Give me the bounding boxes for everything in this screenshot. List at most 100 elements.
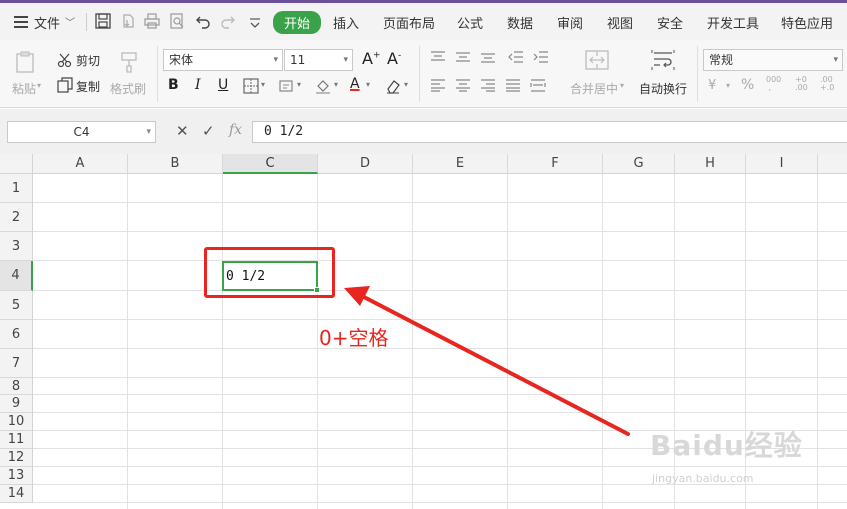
formula-input[interactable]: 0 1/2 — [252, 121, 847, 143]
divider — [697, 46, 698, 102]
percent-icon[interactable]: % — [741, 77, 754, 93]
row-header-12[interactable]: 12 — [0, 449, 33, 467]
row-header-9[interactable]: 9 — [0, 395, 33, 413]
cut-button[interactable]: 剪切 — [76, 52, 100, 69]
insert-function-button[interactable]: fx — [229, 122, 242, 138]
fill-color-icon[interactable] — [314, 77, 332, 95]
tab-developer[interactable]: 开发工具 — [707, 13, 759, 32]
column-header-i[interactable]: I — [746, 154, 818, 174]
customize-toolbar-icon[interactable] — [246, 15, 266, 35]
chevron-down-icon[interactable]: ▾ — [726, 81, 730, 90]
justify-icon[interactable] — [505, 78, 521, 92]
row-header-1[interactable]: 1 — [0, 174, 33, 203]
number-format-select[interactable]: 常规 ▾ — [703, 49, 843, 71]
watermark-logo: Baidu经验 — [650, 424, 803, 464]
thousands-icon[interactable]: 000 , — [766, 76, 781, 92]
underline-button[interactable]: U — [218, 77, 228, 93]
row-header-4[interactable]: 4 — [0, 261, 33, 291]
column-header-f[interactable]: F — [508, 154, 603, 174]
column-header-a[interactable]: A — [33, 154, 128, 174]
print-preview-icon[interactable] — [168, 12, 188, 32]
chevron-down-icon[interactable]: ▾ — [404, 80, 408, 89]
copy-button[interactable]: 复制 — [76, 78, 100, 95]
font-name-select[interactable]: 宋体 ▾ — [163, 49, 283, 71]
row-header-14[interactable]: 14 — [0, 485, 33, 503]
chevron-down-icon[interactable]: ▾ — [37, 81, 41, 90]
row-header-6[interactable]: 6 — [0, 320, 33, 349]
export-pdf-icon[interactable] — [119, 12, 139, 32]
chevron-down-icon[interactable]: ▾ — [146, 122, 151, 142]
increase-font-icon[interactable]: A+ — [362, 49, 381, 68]
align-bottom-icon[interactable] — [480, 50, 496, 64]
currency-icon[interactable]: ¥ — [708, 78, 716, 93]
print-icon[interactable] — [143, 12, 163, 32]
cancel-icon[interactable]: ✕ — [176, 122, 189, 140]
save-icon[interactable] — [94, 12, 114, 32]
row-header-10[interactable]: 10 — [0, 413, 33, 431]
paste-button[interactable]: 粘贴 — [12, 80, 36, 97]
borders-icon[interactable] — [243, 78, 259, 94]
decrease-font-icon[interactable]: A- — [387, 49, 401, 68]
chevron-down-icon[interactable]: ▾ — [366, 80, 370, 89]
menu-icon[interactable] — [14, 16, 28, 28]
align-left-icon[interactable] — [430, 78, 446, 92]
gridline — [317, 174, 318, 509]
wrap-text-button[interactable]: 自动换行 — [639, 80, 687, 97]
tab-page-layout[interactable]: 页面布局 — [383, 13, 435, 32]
column-header-e[interactable]: E — [413, 154, 508, 174]
decrease-indent-icon[interactable] — [508, 50, 524, 64]
row-header-13[interactable]: 13 — [0, 467, 33, 485]
chevron-down-icon[interactable]: ▾ — [261, 80, 265, 89]
tab-special-apps[interactable]: 特色应用 — [781, 13, 833, 32]
column-header-c[interactable]: C — [223, 154, 318, 174]
select-all-corner[interactable] — [0, 154, 33, 174]
align-right-icon[interactable] — [480, 78, 496, 92]
merge-center-button[interactable]: 合并居中 — [570, 80, 618, 97]
cell-reference: C4 — [73, 125, 90, 139]
distributed-align-icon[interactable] — [530, 78, 546, 92]
increase-decimal-icon[interactable]: +0.00 — [795, 76, 808, 92]
column-header-h[interactable]: H — [675, 154, 746, 174]
chevron-down-icon[interactable]: ▾ — [297, 80, 301, 89]
tab-view[interactable]: 视图 — [607, 13, 633, 32]
align-top-icon[interactable] — [430, 50, 446, 64]
tab-data[interactable]: 数据 — [507, 13, 533, 32]
confirm-icon[interactable]: ✓ — [202, 122, 215, 140]
chevron-down-icon[interactable]: ▾ — [334, 80, 338, 89]
cell-style-icon[interactable] — [279, 78, 295, 94]
file-menu[interactable]: 文件 — [34, 13, 60, 32]
tab-home[interactable]: 开始 — [273, 11, 322, 34]
align-middle-icon[interactable] — [455, 50, 471, 64]
format-painter-button[interactable]: 格式刷 — [110, 80, 146, 97]
gridline — [817, 174, 818, 509]
row-header-3[interactable]: 3 — [0, 232, 33, 261]
arrow-icon — [344, 286, 630, 436]
font-size-select[interactable]: 11 ▾ — [284, 49, 353, 71]
name-box[interactable]: C4 ▾ — [7, 121, 156, 143]
increase-indent-icon[interactable] — [533, 50, 549, 64]
align-center-icon[interactable] — [455, 78, 471, 92]
divider — [419, 46, 420, 102]
decrease-decimal-icon[interactable]: .00 +.0 — [820, 76, 834, 92]
font-color-icon[interactable]: A — [350, 76, 360, 92]
row-header-5[interactable]: 5 — [0, 291, 33, 320]
column-header-b[interactable]: B — [128, 154, 223, 174]
bold-button[interactable]: B — [168, 77, 179, 93]
clear-format-icon[interactable] — [384, 77, 402, 95]
row-header-7[interactable]: 7 — [0, 349, 33, 378]
tab-insert[interactable]: 插入 — [333, 13, 359, 32]
tab-formulas[interactable]: 公式 — [457, 13, 483, 32]
row-header-11[interactable]: 11 — [0, 431, 33, 449]
row-header-8[interactable]: 8 — [0, 378, 33, 395]
tab-review[interactable]: 审阅 — [557, 13, 583, 32]
chevron-down-icon[interactable]: ﹀ — [65, 14, 75, 29]
tab-security[interactable]: 安全 — [657, 13, 683, 32]
undo-icon[interactable] — [194, 12, 214, 32]
chevron-down-icon[interactable]: ▾ — [620, 81, 624, 90]
column-header-g[interactable]: G — [603, 154, 675, 174]
row-header-2[interactable]: 2 — [0, 203, 33, 232]
column-header-d[interactable]: D — [318, 154, 413, 174]
paste-icon[interactable] — [14, 50, 36, 74]
italic-button[interactable]: I — [195, 77, 201, 93]
redo-icon[interactable] — [219, 12, 239, 32]
